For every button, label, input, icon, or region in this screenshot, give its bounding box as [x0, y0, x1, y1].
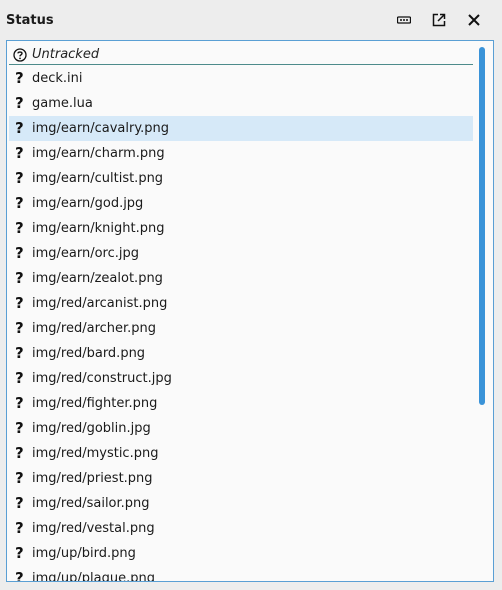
group-label: Untracked	[32, 47, 100, 62]
file-name: img/earn/cultist.png	[32, 171, 164, 186]
untracked-question-icon: ?	[15, 569, 24, 582]
file-row[interactable]: ? img/up/bird.png	[9, 541, 473, 566]
untracked-question-icon: ?	[15, 119, 24, 137]
untracked-question-icon: ?	[15, 369, 24, 387]
untracked-question-icon: ?	[15, 394, 24, 412]
file-row[interactable]: ? img/red/vestal.png	[9, 516, 473, 541]
more-options-button[interactable]	[393, 9, 415, 31]
popout-button[interactable]	[428, 9, 450, 31]
file-name: img/earn/charm.png	[32, 146, 165, 161]
file-name: img/red/construct.jpg	[32, 371, 172, 386]
file-row[interactable]: ? img/red/arcanist.png	[9, 291, 473, 316]
file-row[interactable]: ? img/red/mystic.png	[9, 441, 473, 466]
file-row[interactable]: ? img/up/plague.png	[9, 566, 473, 582]
untracked-question-icon: ?	[15, 169, 24, 187]
question-circle-icon	[13, 47, 27, 66]
file-row[interactable]: ? game.lua	[9, 91, 473, 116]
panel-title: Status	[6, 13, 54, 28]
file-name: img/red/bard.png	[32, 346, 146, 361]
file-row[interactable]: ? img/red/fighter.png	[9, 391, 473, 416]
untracked-question-icon: ?	[15, 219, 24, 237]
file-name: img/earn/cavalry.png	[32, 121, 170, 136]
untracked-group-header[interactable]: Untracked	[9, 43, 473, 65]
file-name: img/red/goblin.jpg	[32, 421, 151, 436]
untracked-question-icon: ?	[15, 244, 24, 262]
file-name: img/red/priest.png	[32, 471, 153, 486]
vertical-scrollbar[interactable]	[479, 47, 485, 405]
file-row[interactable]: ? img/red/goblin.jpg	[9, 416, 473, 441]
untracked-question-icon: ?	[15, 144, 24, 162]
file-row[interactable]: ? img/earn/cultist.png	[9, 166, 473, 191]
close-icon	[468, 14, 480, 26]
file-name: img/red/arcanist.png	[32, 296, 168, 311]
file-name: img/red/vestal.png	[32, 521, 155, 536]
panel-titlebar: Status	[0, 0, 502, 40]
file-name: img/up/bird.png	[32, 546, 136, 561]
file-row[interactable]: ? img/red/archer.png	[9, 316, 473, 341]
file-row[interactable]: ? img/red/bard.png	[9, 341, 473, 366]
file-row[interactable]: ? img/red/sailor.png	[9, 491, 473, 516]
file-name: img/earn/zealot.png	[32, 271, 163, 286]
close-button[interactable]	[463, 9, 485, 31]
untracked-question-icon: ?	[15, 469, 24, 487]
file-row[interactable]: ? img/earn/knight.png	[9, 216, 473, 241]
file-row[interactable]: ? deck.ini	[9, 66, 473, 91]
file-row[interactable]: ? img/red/priest.png	[9, 466, 473, 491]
file-name: img/earn/god.jpg	[32, 196, 144, 211]
untracked-question-icon: ?	[15, 269, 24, 287]
untracked-question-icon: ?	[15, 494, 24, 512]
more-horizontal-icon	[397, 16, 411, 24]
untracked-question-icon: ?	[15, 444, 24, 462]
untracked-question-icon: ?	[15, 544, 24, 562]
file-name: img/up/plague.png	[32, 571, 155, 582]
status-panel: Status Untracked ? deck.ini ? game.lua ?…	[0, 0, 502, 590]
untracked-question-icon: ?	[15, 344, 24, 362]
file-name: img/earn/knight.png	[32, 221, 165, 236]
untracked-question-icon: ?	[15, 294, 24, 312]
file-row[interactable]: ? img/red/construct.jpg	[9, 366, 473, 391]
untracked-question-icon: ?	[15, 419, 24, 437]
file-name: game.lua	[32, 96, 93, 111]
file-row[interactable]: ? img/earn/god.jpg	[9, 191, 473, 216]
file-row[interactable]: ? img/earn/orc.jpg	[9, 241, 473, 266]
file-name: img/red/fighter.png	[32, 396, 158, 411]
external-link-icon	[432, 13, 446, 27]
file-name: img/red/sailor.png	[32, 496, 150, 511]
file-row[interactable]: ? img/earn/cavalry.png	[9, 116, 473, 141]
file-name: img/red/mystic.png	[32, 446, 159, 461]
status-file-list[interactable]: Untracked ? deck.ini? game.lua? img/earn/ca…	[6, 40, 494, 582]
untracked-question-icon: ?	[15, 94, 24, 112]
untracked-question-icon: ?	[15, 519, 24, 537]
untracked-question-icon: ?	[15, 319, 24, 337]
untracked-question-icon: ?	[15, 69, 24, 87]
file-name: img/red/archer.png	[32, 321, 157, 336]
untracked-question-icon: ?	[15, 194, 24, 212]
file-row[interactable]: ? img/earn/zealot.png	[9, 266, 473, 291]
file-row[interactable]: ? img/earn/charm.png	[9, 141, 473, 166]
file-name: img/earn/orc.jpg	[32, 246, 140, 261]
file-name: deck.ini	[32, 71, 83, 86]
